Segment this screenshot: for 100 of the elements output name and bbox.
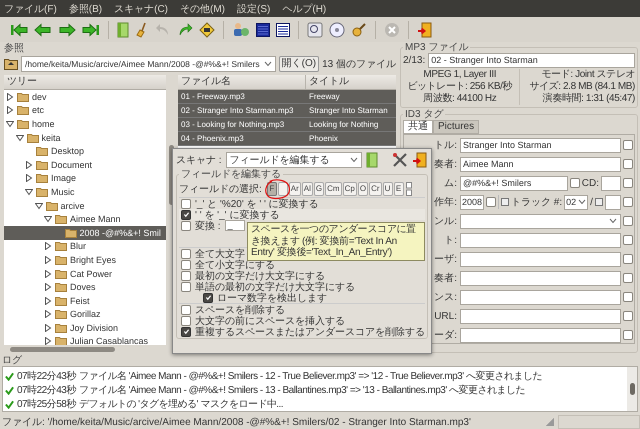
tree-item[interactable]: 2008 -@#%&+! Smil (4, 226, 166, 240)
track-total-field[interactable] (604, 194, 621, 210)
track-combo[interactable]: 02 (564, 194, 588, 210)
checkbox[interactable] (623, 140, 633, 150)
checkbox[interactable] (623, 197, 633, 207)
field-button[interactable]: U (382, 182, 393, 196)
field-button[interactable]: E (394, 182, 404, 196)
checkbox[interactable] (623, 254, 633, 264)
tree-item[interactable]: Music (4, 185, 166, 199)
checkbox[interactable] (570, 178, 580, 188)
column-header[interactable]: タイトル (306, 75, 396, 89)
checkbox[interactable] (623, 178, 633, 188)
column-header[interactable]: ファイル名 (178, 75, 306, 89)
vertical-scrollbar[interactable] (627, 367, 637, 411)
forward-arrow-icon[interactable] (58, 22, 76, 36)
checkbox[interactable] (203, 292, 213, 302)
field-button[interactable]: Cm (325, 182, 342, 196)
file-row[interactable]: 02 - Stranger Into Starman.mp3 Stranger Into Starman (178, 104, 396, 118)
tag-field[interactable]: Stranger Into Starman (460, 138, 621, 152)
tab[interactable]: 共通 (403, 120, 433, 134)
tree-item[interactable]: Gorillaz (4, 308, 166, 322)
checkbox[interactable] (623, 216, 633, 226)
field-button[interactable] (278, 182, 288, 196)
tag-field[interactable] (460, 270, 621, 286)
spin-icon[interactable] (406, 182, 412, 196)
checkbox[interactable] (623, 273, 633, 283)
checkbox[interactable] (181, 198, 191, 208)
checkbox[interactable] (181, 210, 191, 220)
genre-combo[interactable] (460, 214, 621, 228)
checkbox[interactable] (623, 292, 633, 302)
tag-field[interactable] (460, 308, 621, 324)
list-icon[interactable] (256, 22, 270, 36)
checkbox[interactable] (623, 159, 633, 169)
field-button[interactable]: F (266, 182, 277, 196)
disc-icon[interactable] (329, 22, 345, 38)
scanner-mode-combo[interactable]: フィールドを編集する (226, 152, 362, 168)
book-icon[interactable] (366, 152, 378, 168)
checkbox[interactable] (181, 304, 191, 314)
horizontal-scrollbar[interactable] (4, 345, 166, 354)
collapsed-triangle-icon[interactable] (44, 337, 52, 345)
back-arrow-icon[interactable] (34, 22, 52, 36)
list-icon[interactable] (276, 22, 290, 36)
expanded-triangle-icon[interactable] (44, 215, 52, 224)
folder-up-icon[interactable] (4, 58, 18, 70)
menu-item[interactable]: ファイル(F) (4, 2, 57, 16)
collapsed-triangle-icon[interactable] (44, 324, 52, 332)
file-row[interactable]: 04 - Phoenix.mp3 Phoenix (178, 132, 396, 146)
chevron-down-icon[interactable] (264, 61, 272, 67)
field-button[interactable]: G (314, 182, 324, 196)
tree-item[interactable]: Desktop (4, 144, 166, 158)
checkbox[interactable] (181, 248, 191, 258)
last-arrow-icon[interactable] (82, 22, 100, 36)
menu-item[interactable]: ヘルプ(H) (282, 2, 326, 16)
file-name-field[interactable]: 02 - Stranger Into Starman (428, 53, 635, 68)
book-icon[interactable] (117, 22, 129, 38)
menu-item[interactable]: その他(M) (180, 2, 226, 16)
collapsed-triangle-icon[interactable] (6, 106, 14, 114)
tree-item[interactable]: etc (4, 104, 166, 118)
tree-item[interactable]: Bright Eyes (4, 253, 166, 267)
menu-item[interactable]: 参照(B) (68, 2, 102, 16)
file-row[interactable]: 03 - Looking for Nothing.mp3 Looking for Nothing (178, 118, 396, 132)
chevron-down-icon[interactable] (578, 199, 586, 205)
tree-item[interactable]: Image (4, 172, 166, 186)
collapsed-triangle-icon[interactable] (44, 270, 52, 278)
tag-field[interactable]: Aimee Mann (460, 156, 621, 172)
diamond-icon[interactable] (199, 22, 215, 38)
album-field[interactable]: @#%&+! Smilers (460, 176, 568, 190)
checkbox[interactable] (486, 197, 496, 207)
convert-field[interactable]: _ (224, 220, 245, 231)
collapsed-triangle-icon[interactable] (44, 296, 52, 305)
expanded-triangle-icon[interactable] (25, 188, 33, 196)
field-button[interactable]: O (358, 182, 368, 196)
small-square-icon[interactable] (594, 198, 603, 206)
collapsed-triangle-icon[interactable] (25, 174, 33, 182)
column-header[interactable]: ツリー (4, 75, 166, 90)
checkbox[interactable] (623, 235, 633, 245)
tree-item[interactable]: Joy Division (4, 321, 166, 335)
collapsed-triangle-icon[interactable] (44, 242, 52, 250)
tree-item[interactable]: dev (4, 90, 166, 104)
tree-item[interactable]: Document (4, 158, 166, 172)
checkbox[interactable] (181, 260, 191, 270)
tree-item[interactable]: keita (4, 130, 166, 144)
collapsed-triangle-icon[interactable] (44, 310, 52, 318)
file-row[interactable]: 01 - Freeway.mp3 Freeway (178, 90, 396, 104)
collapsed-triangle-icon[interactable] (25, 160, 33, 169)
tree-item[interactable]: Doves (4, 280, 166, 294)
collapsed-triangle-icon[interactable] (44, 256, 52, 264)
expanded-triangle-icon[interactable] (34, 202, 42, 210)
menu-item[interactable]: スキャナ(C) (114, 2, 168, 16)
checkbox[interactable] (181, 270, 191, 280)
year-field[interactable]: 2008 (460, 194, 484, 210)
people-icon[interactable] (232, 22, 250, 38)
field-button[interactable]: Cr (369, 182, 382, 196)
collapsed-triangle-icon[interactable] (44, 283, 52, 292)
tree-item[interactable]: Blur (4, 240, 166, 254)
chevron-down-icon[interactable] (609, 218, 617, 224)
tab[interactable]: Pictures (433, 120, 480, 134)
exit-icon[interactable] (412, 152, 428, 168)
expanded-triangle-icon[interactable] (6, 120, 14, 128)
tag-field[interactable] (460, 290, 621, 304)
